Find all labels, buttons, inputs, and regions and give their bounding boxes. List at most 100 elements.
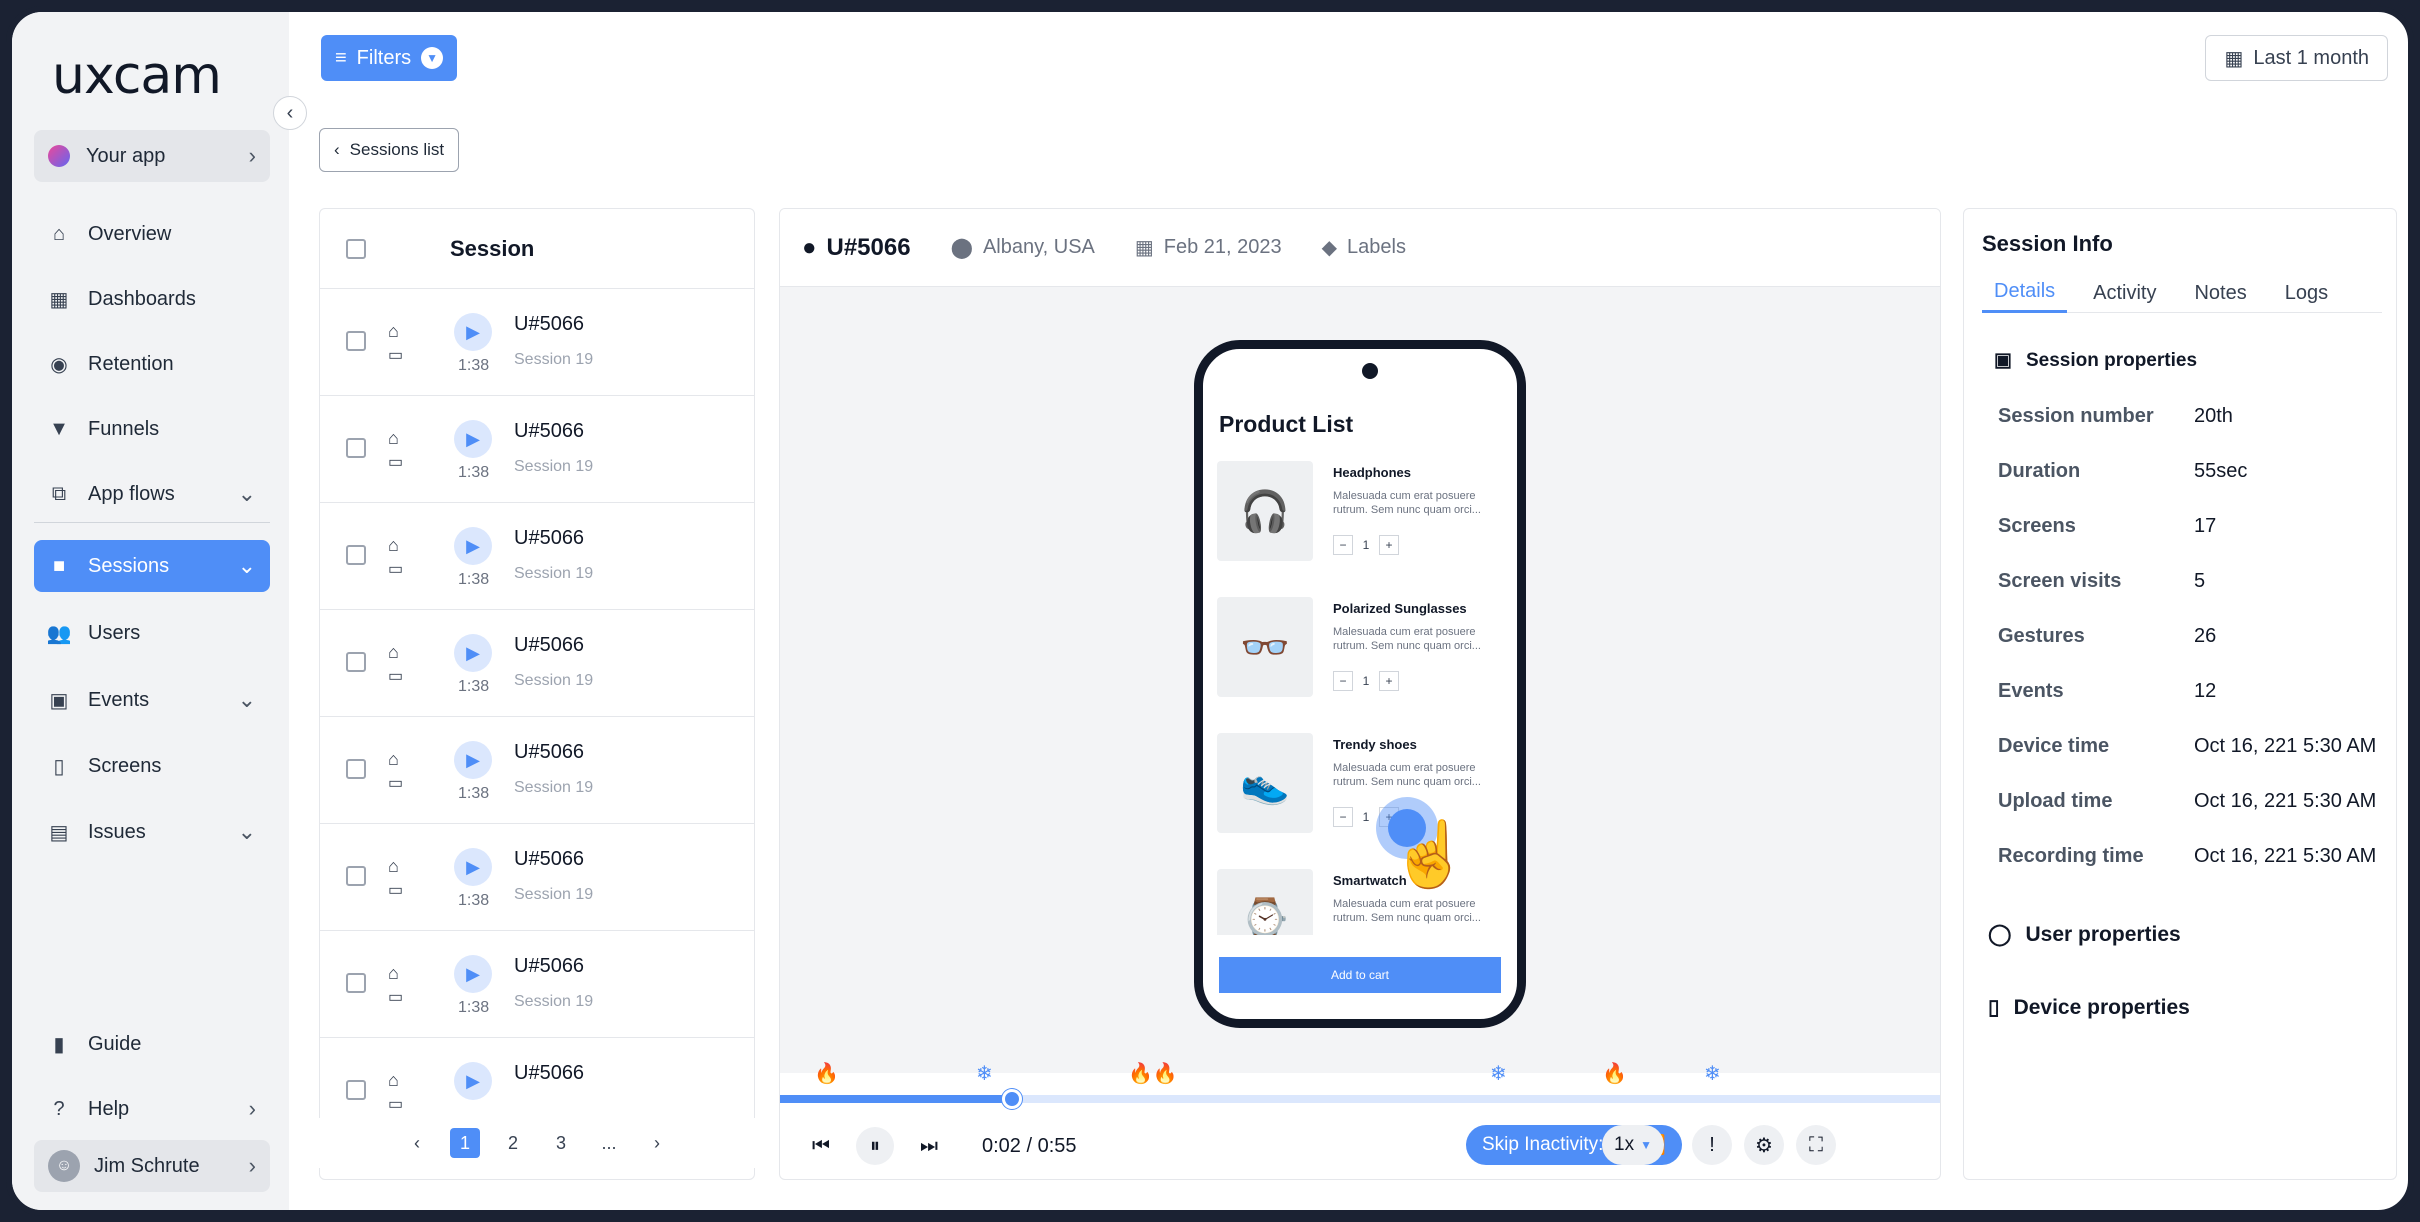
row-checkbox[interactable] [346, 1080, 366, 1100]
tag-icon[interactable]: ⌂ [388, 535, 399, 556]
play-icon[interactable]: ▶ [454, 527, 492, 565]
comment-icon[interactable]: ▭ [388, 345, 403, 365]
sidebar-item-help[interactable]: ? Help › [34, 1083, 270, 1135]
product-name: Polarized Sunglasses [1333, 601, 1467, 616]
row-checkbox[interactable] [346, 331, 366, 351]
session-row[interactable]: ⌂ ▭ ▶ 1:38 U#5066 Session 19 [320, 717, 754, 824]
pause-icon[interactable]: ⏸ [856, 1127, 894, 1165]
comment-icon[interactable]: ▭ [388, 773, 403, 793]
tag-icon[interactable]: ⌂ [388, 642, 399, 663]
session-row[interactable]: ⌂ ▭ ▶ 1:38 U#5066 Session 19 [320, 396, 754, 503]
freeze-marker-icon[interactable]: ❄ [1490, 1061, 1507, 1086]
play-icon[interactable]: ▶ [454, 741, 492, 779]
user-properties-header[interactable]: ◯ User properties [1988, 922, 2181, 947]
row-checkbox[interactable] [346, 759, 366, 779]
play-icon[interactable]: ▶ [454, 420, 492, 458]
next-page-button[interactable]: › [642, 1128, 672, 1158]
date-range-button[interactable]: ▦ Last 1 month [2205, 35, 2388, 81]
comment-icon[interactable]: ▭ [388, 1094, 403, 1114]
sidebar-item-funnels[interactable]: ▼ Funnels [34, 403, 270, 455]
tab-details[interactable]: Details [1982, 273, 2068, 313]
sidebar-item-dashboards[interactable]: ▦ Dashboards [34, 273, 270, 325]
row-checkbox[interactable] [346, 652, 366, 672]
row-checkbox[interactable] [346, 866, 366, 886]
freeze-marker-icon[interactable]: ❄ [1704, 1061, 1721, 1086]
sidebar-item-events[interactable]: ▣ Events ⌄ [34, 674, 270, 726]
gear-icon[interactable]: ⚙ [1744, 1125, 1784, 1165]
comment-icon[interactable]: ▭ [388, 987, 403, 1007]
skip-forward-icon[interactable]: ⏭ [910, 1127, 948, 1165]
sidebar-item-overview[interactable]: ⌂ Overview [34, 208, 270, 260]
sidebar-item-app-flows[interactable]: ⧉ App flows ⌄ [34, 468, 270, 520]
sidebar-item-guide[interactable]: ▮ Guide [34, 1018, 270, 1070]
tab-notes[interactable]: Notes [2182, 273, 2258, 313]
session-properties-header[interactable]: ▣ Session properties [1994, 349, 2197, 372]
feedback-icon[interactable]: ! [1692, 1125, 1732, 1165]
quantity-value: 1 [1362, 674, 1370, 688]
rage-tap-marker-icon[interactable]: 🔥🔥 [1128, 1061, 1178, 1086]
tag-icon[interactable]: ⌂ [388, 856, 399, 877]
play-icon[interactable]: ▶ [454, 634, 492, 672]
fullscreen-icon[interactable]: ⛶ [1796, 1125, 1836, 1165]
user-menu[interactable]: ☺ Jim Schrute › [34, 1140, 270, 1192]
play-icon[interactable]: ▶ [454, 1062, 492, 1100]
property-value: 12 [2194, 680, 2217, 702]
tag-icon[interactable]: ⌂ [388, 321, 399, 342]
sidebar-item-label: Events [88, 688, 150, 711]
session-row[interactable]: ⌂ ▭ ▶ 1:38 U#5066 Session 19 [320, 289, 754, 396]
row-checkbox[interactable] [346, 438, 366, 458]
chevron-down-icon: ⌄ [237, 481, 256, 506]
user-circle-icon: ◯ [1988, 923, 2012, 946]
collapse-sidebar-button[interactable]: ‹ [273, 96, 307, 130]
page-2[interactable]: 2 [498, 1128, 528, 1158]
select-all-checkbox[interactable] [346, 238, 366, 259]
tab-activity[interactable]: Activity [2081, 273, 2168, 313]
filters-button[interactable]: ≡ Filters ▼ [321, 35, 458, 81]
comment-icon[interactable]: ▭ [388, 452, 403, 472]
session-row[interactable]: ⌂ ▭ ▶ 1:38 U#5066 Session 19 [320, 824, 754, 931]
prev-page-button[interactable]: ‹ [402, 1128, 432, 1158]
timeline-scrubber[interactable] [1002, 1089, 1022, 1109]
row-checkbox[interactable] [346, 973, 366, 993]
tag-icon[interactable]: ⌂ [388, 428, 399, 449]
playback-time: 0:02 / 0:55 [982, 1134, 1077, 1157]
tag-icon[interactable]: ⌂ [388, 1070, 399, 1091]
rage-tap-marker-icon[interactable]: 🔥 [814, 1061, 839, 1086]
app-selector[interactable]: Your app › [34, 130, 270, 182]
comment-icon[interactable]: ▭ [388, 666, 403, 686]
row-checkbox[interactable] [346, 545, 366, 565]
sidebar-item-sessions[interactable]: ■ Sessions ⌄ [34, 540, 270, 592]
tag-icon: ◆ [1321, 237, 1338, 259]
session-duration: 1:38 [458, 464, 490, 481]
property-key: Events [1998, 680, 2064, 702]
page-3[interactable]: 3 [546, 1128, 576, 1158]
comment-icon[interactable]: ▭ [388, 559, 403, 579]
session-row[interactable]: ⌂ ▭ ▶ 1:38 U#5066 Session 19 [320, 610, 754, 717]
sidebar-item-label: Overview [88, 222, 172, 245]
tab-logs[interactable]: Logs [2273, 273, 2340, 313]
device-properties-header[interactable]: ▯ Device properties [1988, 995, 2190, 1020]
session-row[interactable]: ⌂ ▭ ▶ 1:38 U#5066 Session 19 [320, 503, 754, 610]
rage-tap-marker-icon[interactable]: 🔥 [1602, 1061, 1627, 1086]
property-key: Device time [1998, 735, 2110, 757]
freeze-marker-icon[interactable]: ❄ [976, 1061, 993, 1086]
sidebar-item-users[interactable]: 👥 Users [34, 607, 270, 659]
speed-select[interactable]: 1x ▼ [1602, 1125, 1664, 1165]
quantity-value: 1 [1362, 538, 1370, 552]
sidebar-item-retention[interactable]: ◉ Retention [34, 338, 270, 390]
property-value: 5 [2194, 570, 2206, 592]
play-icon[interactable]: ▶ [454, 955, 492, 993]
tag-icon[interactable]: ⌂ [388, 749, 399, 770]
tag-icon[interactable]: ⌂ [388, 963, 399, 984]
session-row[interactable]: ⌂ ▭ ▶ 1:38 U#5066 Session 19 [320, 931, 754, 1038]
sidebar-item-issues[interactable]: ▤ Issues ⌄ [34, 806, 270, 858]
comment-icon[interactable]: ▭ [388, 880, 403, 900]
labels-button[interactable]: ◆ Labels [1322, 235, 1406, 260]
play-icon[interactable]: ▶ [454, 848, 492, 886]
sessions-list-back-button[interactable]: ‹ Sessions list [319, 128, 460, 172]
sidebar-item-screens[interactable]: ▯ Screens [34, 740, 270, 792]
page-1[interactable]: 1 [450, 1128, 480, 1158]
player-user-id: U#5066 [826, 233, 911, 261]
play-icon[interactable]: ▶ [454, 313, 492, 351]
skip-back-icon[interactable]: ⏮ [802, 1127, 840, 1165]
